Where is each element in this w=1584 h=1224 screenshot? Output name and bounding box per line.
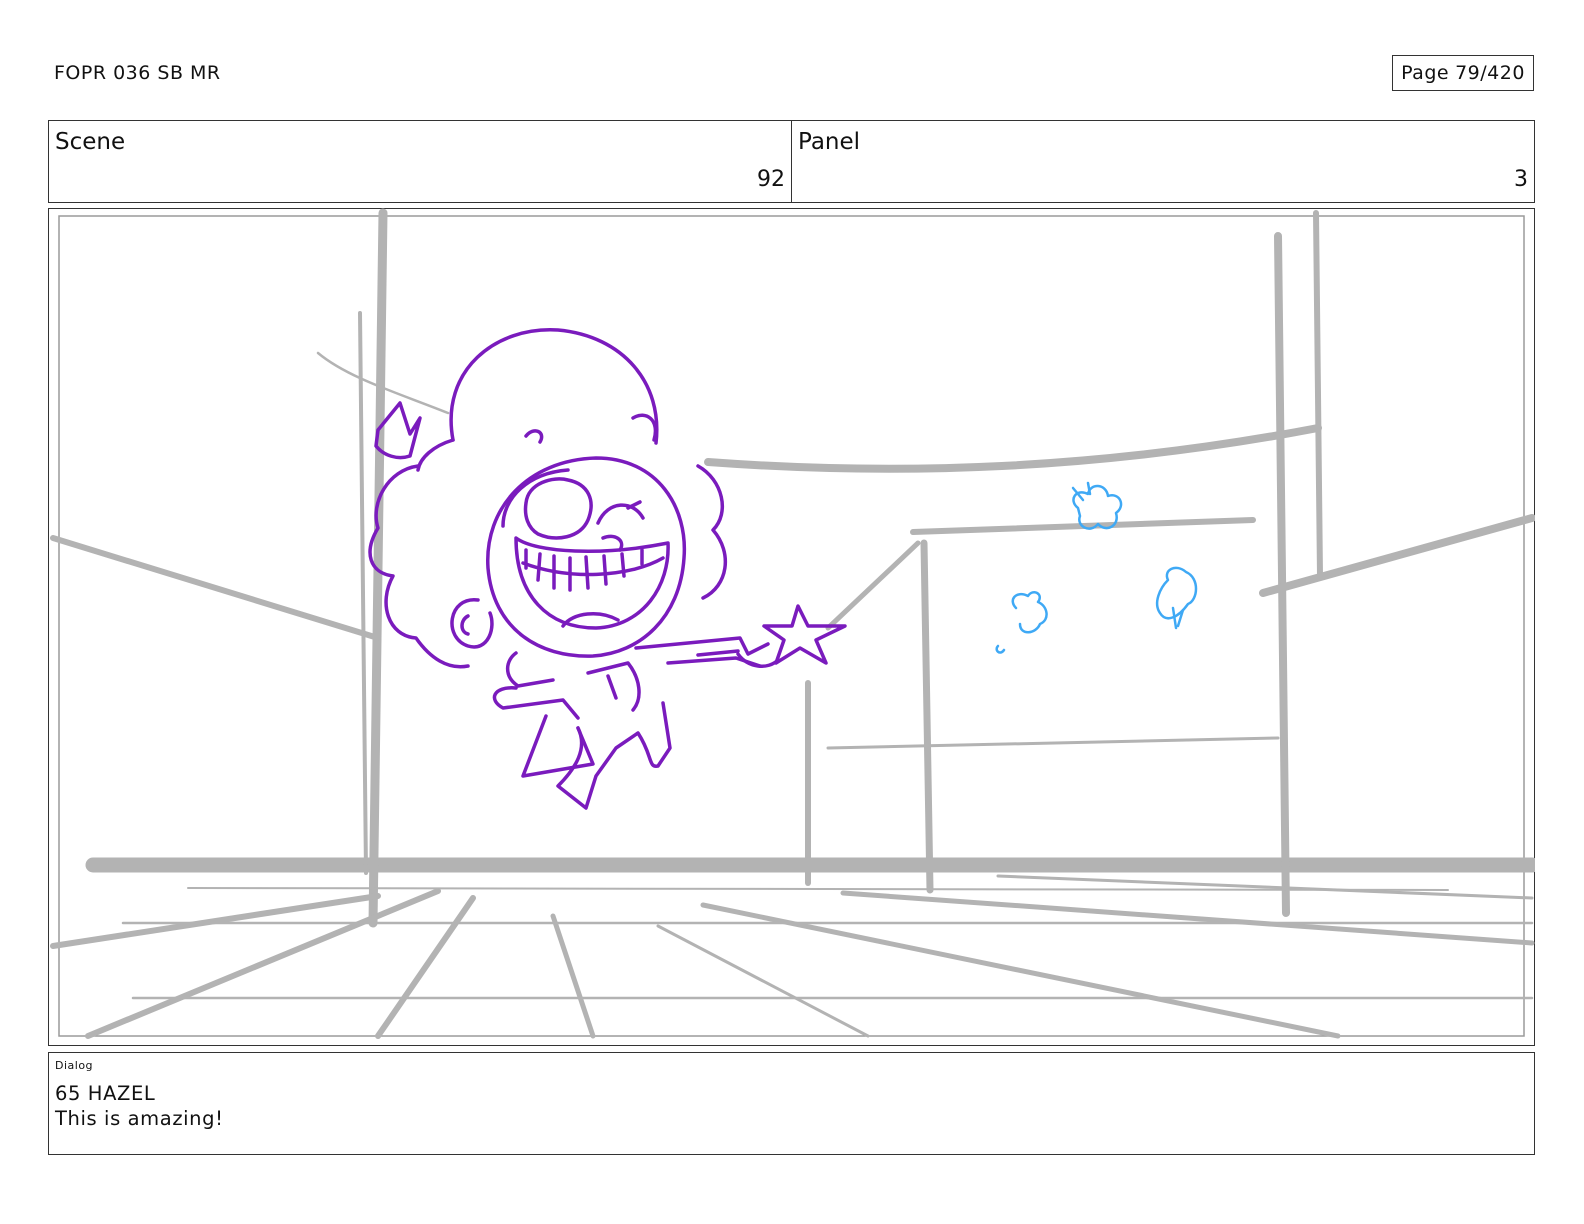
- page-label: Page: [1401, 62, 1450, 84]
- panel-cell: Panel 3: [791, 121, 1534, 202]
- dialog-text: 65 HAZEL This is amazing!: [55, 1081, 224, 1131]
- dialog-label: Dialog: [55, 1059, 94, 1072]
- sparkle-effects: [995, 481, 1198, 654]
- dialog-box: Dialog 65 HAZEL This is amazing!: [48, 1052, 1535, 1155]
- scene-cell: Scene 92: [49, 121, 791, 202]
- page-number: 79/420: [1455, 62, 1525, 84]
- dialog-speech-line: This is amazing!: [55, 1107, 224, 1130]
- page-indicator: Page 79/420: [1392, 55, 1534, 91]
- scene-panel-info: Scene 92 Panel 3: [48, 120, 1535, 203]
- panel-label: Panel: [798, 129, 861, 155]
- scene-label: Scene: [55, 129, 126, 155]
- document-id: FOPR 036 SB MR: [54, 62, 221, 84]
- hazel-character-sketch: [368, 328, 847, 810]
- dialog-speaker-line: 65 HAZEL: [55, 1082, 156, 1105]
- scene-number: 92: [757, 167, 785, 192]
- panel-number: 3: [1514, 167, 1528, 192]
- storyboard-panel-drawing: [50, 208, 1535, 1039]
